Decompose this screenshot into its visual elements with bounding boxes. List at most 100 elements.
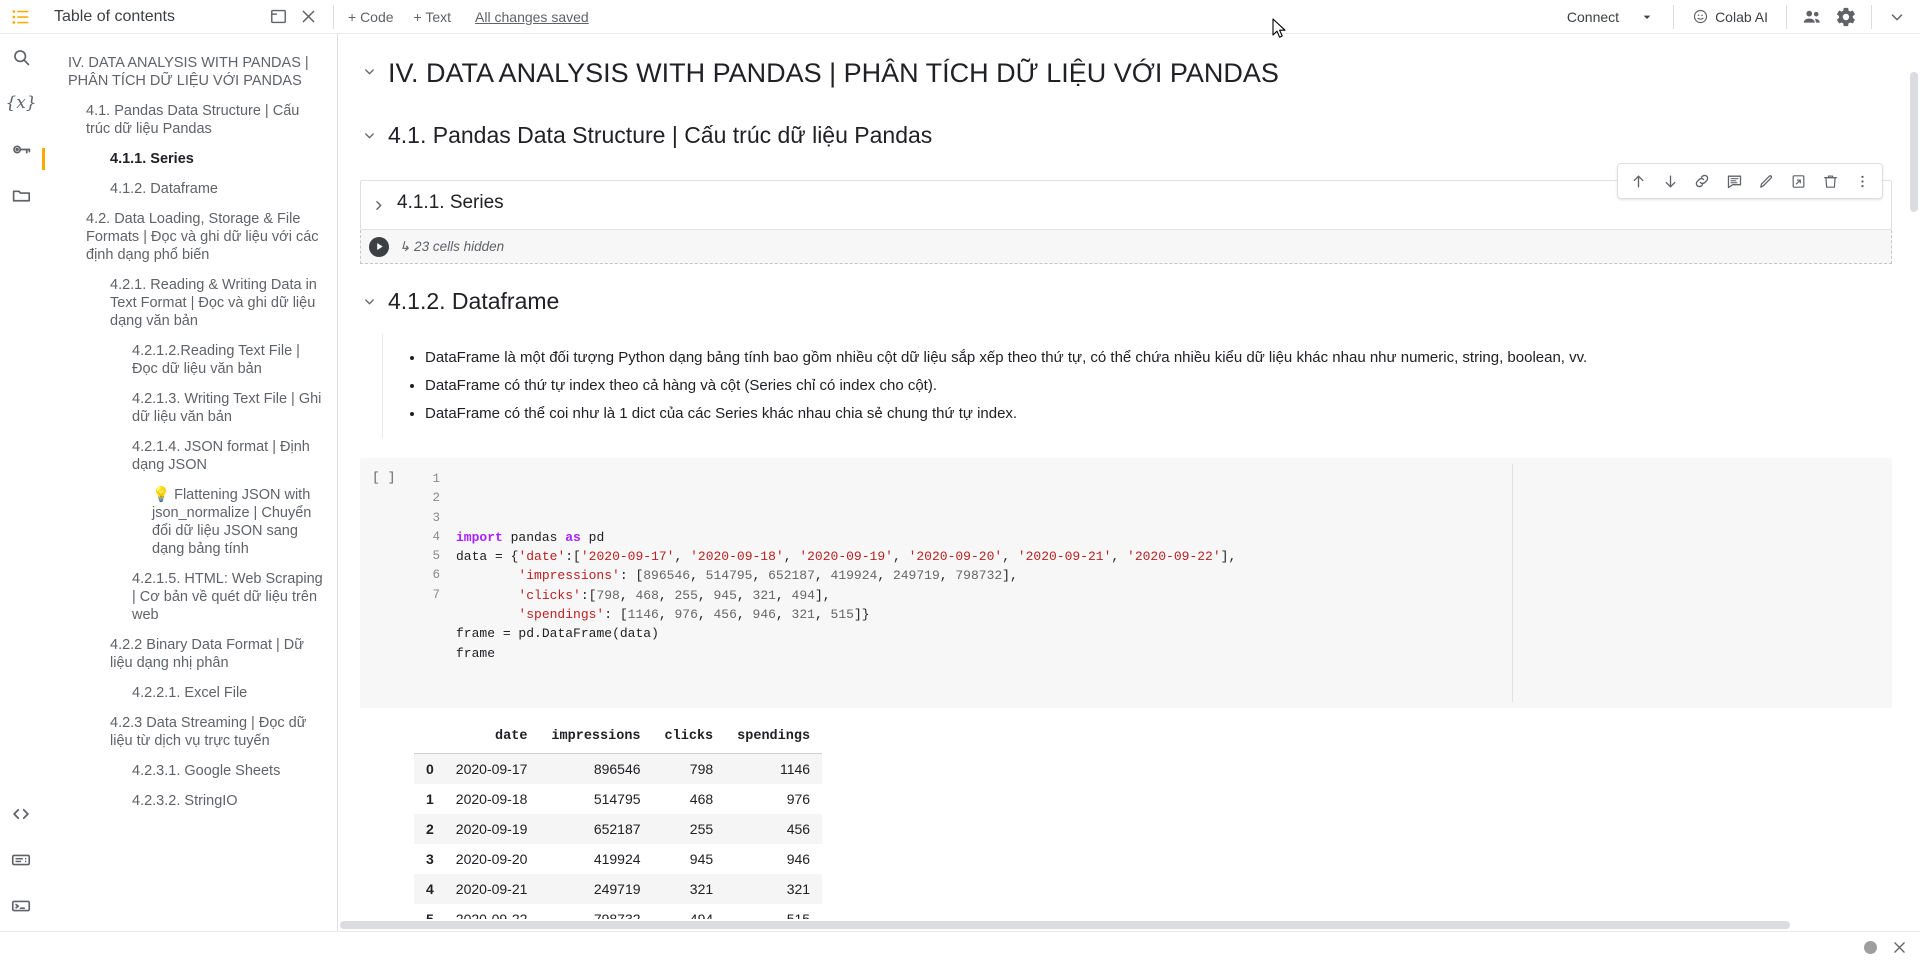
toc-item-12-excel-file[interactable]: 4.2.2.1. Excel File — [42, 678, 337, 708]
toc-item-9-flattening-json[interactable]: 💡 Flattening JSON with json_normalize | … — [42, 480, 337, 564]
status-bar — [0, 931, 1920, 963]
heading-3-series-text: 4.1.1. Series — [397, 192, 504, 213]
toc-item-label: 4.2.1.2.Reading Text File | Đọc dữ liệu … — [132, 343, 300, 377]
open-in-new-tab-icon[interactable] — [1782, 166, 1814, 196]
save-status-link[interactable]: All changes saved — [475, 9, 589, 25]
index-column-header — [414, 721, 444, 754]
notebook-canvas: IV. DATA ANALYSIS WITH PANDAS | PHÂN TÍC… — [338, 34, 1920, 963]
table-cell-impressions: 514795 — [593, 790, 641, 807]
connect-button[interactable]: Connect — [1557, 3, 1629, 31]
top-toolbar: Table of contents + Code + Text All chan… — [0, 0, 1920, 34]
chevron-right-icon[interactable] — [369, 190, 387, 220]
code-line-numbers: 1 2 3 4 5 6 7 — [414, 464, 440, 702]
dataframe-bullet-list: DataFrame là một đối tượng Python dạng b… — [403, 344, 1892, 428]
series-markdown-cell[interactable]: 4.1.1. Series — [360, 163, 1892, 230]
secrets-key-icon[interactable] — [1, 126, 41, 172]
notebook-scrollbar-thumb[interactable] — [1910, 72, 1918, 212]
run-cell-button[interactable]: [ ] — [360, 464, 414, 702]
code-editor[interactable]: import pandas as pd data = {'date':['2020… — [440, 464, 1892, 702]
table-row: 1 2020-09-18 514795 468 976 — [414, 784, 822, 814]
table-cell-clicks: 945 — [689, 850, 714, 867]
horizontal-scrollbar-thumb[interactable] — [340, 921, 1790, 929]
toc-item-13[interactable]: 4.2.3 Data Streaming | Đọc dữ liệu từ dị… — [42, 708, 337, 756]
row-index: 1 — [426, 790, 434, 807]
share-people-icon[interactable] — [1795, 0, 1829, 34]
connect-chevron-down-icon[interactable] — [1631, 5, 1663, 29]
dataframe-description-cell[interactable]: DataFrame là một đối tượng Python dạng b… — [382, 334, 1892, 438]
move-cell-up-icon[interactable] — [1622, 166, 1654, 196]
code-cell-output: date impressions clicks spendings 0 2020-… — [360, 708, 1892, 934]
link-to-cell-icon[interactable] — [1686, 166, 1718, 196]
row-index: 0 — [426, 760, 434, 777]
toc-item-7[interactable]: 4.2.1.3. Writing Text File | Ghi dữ liệu… — [42, 384, 337, 432]
toc-item-label: 4.2.1.4. JSON format | Định dạng JSON — [132, 439, 310, 473]
edit-icon[interactable] — [1750, 166, 1782, 196]
toc-item-14-google-sheets[interactable]: 4.2.3.1. Google Sheets — [42, 756, 337, 786]
add-comment-icon[interactable] — [1718, 166, 1750, 196]
column-header-clicks: clicks — [652, 721, 726, 754]
add-text-cell-button[interactable]: + Text — [404, 5, 462, 29]
toc-item-list: IV. DATA ANALYSIS WITH PANDAS | PHÂN TÍC… — [42, 34, 337, 963]
toc-panel-title: Table of contents — [54, 7, 175, 25]
more-vert-icon[interactable] — [1846, 166, 1878, 196]
section-heading-3-dataframe: 4.1.2. Dataframe — [360, 264, 1892, 320]
table-cell-clicks: 468 — [689, 790, 714, 807]
toc-item-label: 4.2.3.2. StringIO — [132, 793, 238, 809]
toc-item-4[interactable]: 4.2. Data Loading, Storage & File Format… — [42, 204, 337, 270]
files-folder-icon[interactable] — [1, 172, 41, 218]
heading-3-dataframe-text: 4.1.2. Dataframe — [388, 288, 560, 314]
table-cell-impressions: 652187 — [593, 820, 641, 837]
delete-cell-icon[interactable] — [1814, 166, 1846, 196]
toc-item-8[interactable]: 4.2.1.4. JSON format | Định dạng JSON — [42, 432, 337, 480]
toc-item-label: 4.2.3.1. Google Sheets — [132, 763, 281, 779]
toc-item-11[interactable]: 4.2.2 Binary Data Format | Dữ liệu dạng … — [42, 630, 337, 678]
toc-item-label: 4.2.1.5. HTML: Web Scraping | Cơ bản về … — [132, 571, 323, 623]
topbar-left-region: Table of contents — [0, 2, 338, 32]
toc-toggle-icon[interactable] — [0, 6, 42, 28]
code-cell[interactable]: [ ] 1 2 3 4 5 6 7 import pandas as pd dat… — [360, 458, 1892, 708]
colab-ai-button[interactable]: Colab AI — [1682, 3, 1778, 30]
table-cell-date: 2020-09-20 — [455, 850, 528, 867]
terminal-icon[interactable] — [1, 883, 41, 929]
close-icon[interactable] — [1891, 939, 1908, 956]
toc-item-6[interactable]: 4.2.1.2.Reading Text File | Đọc dữ liệu … — [42, 336, 337, 384]
code-line: frame — [456, 645, 496, 661]
move-cell-down-icon[interactable] — [1654, 166, 1686, 196]
search-icon[interactable] — [1, 34, 41, 80]
line-number: 7 — [432, 587, 440, 602]
hidden-cells-bar[interactable]: ↳ 23 cells hidden — [360, 230, 1892, 264]
connection-status-dot[interactable] — [1864, 941, 1877, 954]
chevron-down-icon[interactable] — [360, 286, 378, 316]
code-line: 'impressions': [896546, 514795, 652187, … — [518, 568, 1018, 584]
toc-item-1[interactable]: 4.1. Pandas Data Structure | Cấu trúc dữ… — [42, 96, 337, 144]
toc-item-0[interactable]: IV. DATA ANALYSIS WITH PANDAS | PHÂN TÍC… — [42, 48, 337, 96]
colab-ai-label: Colab AI — [1715, 8, 1768, 25]
notebook-vertical-scrollbar[interactable] — [1908, 34, 1920, 931]
code-snippets-icon[interactable] — [1, 791, 41, 837]
chevron-down-icon[interactable] — [360, 56, 378, 86]
toc-item-15-stringio[interactable]: 4.2.3.2. StringIO — [42, 786, 337, 816]
account-chevron-down-icon[interactable] — [1880, 4, 1914, 30]
line-number: 2 — [432, 491, 440, 506]
expand-panel-icon[interactable] — [263, 2, 293, 32]
toc-item-10[interactable]: 4.2.1.5. HTML: Web Scraping | Cơ bản về … — [42, 564, 337, 630]
heading-1-text: IV. DATA ANALYSIS WITH PANDAS | PHÂN TÍC… — [388, 58, 1279, 88]
toc-item-label: 4.1. Pandas Data Structure | Cấu trúc dữ… — [86, 103, 300, 137]
close-panel-icon[interactable] — [293, 2, 323, 32]
add-code-cell-button[interactable]: + Code — [338, 5, 404, 29]
run-hidden-cells-play-icon[interactable] — [369, 236, 389, 257]
table-body: 0 2020-09-17 896546 798 1146 1 2020-09-18 51479… — [414, 753, 823, 934]
gear-icon[interactable] — [1829, 0, 1863, 34]
toc-item-3-dataframe[interactable]: 4.1.2. Dataframe — [42, 174, 337, 204]
toc-item-2-series[interactable]: 4.1.1. Series — [42, 144, 337, 174]
left-icon-rail: {x} — [0, 34, 42, 963]
chevron-down-icon[interactable] — [360, 120, 378, 150]
heading-2-text: 4.1. Pandas Data Structure | Cấu trúc dữ… — [388, 122, 933, 148]
table-row: 4 2020-09-21 249719 321 321 — [414, 873, 823, 904]
variables-icon[interactable]: {x} — [1, 80, 41, 126]
line-number: 5 — [432, 549, 440, 564]
toc-item-label: 4.1.2. Dataframe — [110, 181, 218, 197]
command-palette-icon[interactable] — [1, 837, 41, 883]
notebook-horizontal-scrollbar[interactable] — [338, 919, 1908, 931]
toc-item-5[interactable]: 4.2.1. Reading & Writing Data in Text Fo… — [42, 270, 337, 336]
